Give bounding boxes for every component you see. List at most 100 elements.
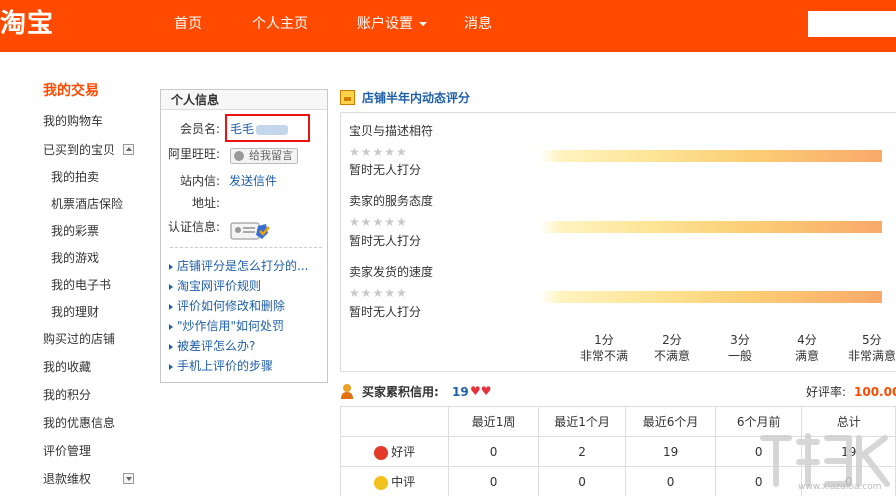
rating-note: 暂时无人打分 xyxy=(349,234,422,248)
watermark-url: www.xiazaiba.com xyxy=(798,482,882,492)
rating-note: 暂时无人打分 xyxy=(349,305,422,319)
yellow-flower-icon xyxy=(374,475,389,490)
scale-desc: 不满意 xyxy=(653,349,690,363)
good-rate-label: 好评率: xyxy=(806,385,847,399)
row-label-text: 好评 xyxy=(391,445,416,459)
nav-account-settings[interactable]: 账户设置 xyxy=(357,14,427,34)
send-mail-link[interactable]: 发送信件 xyxy=(229,173,277,189)
sidebar-item-favorites[interactable]: 我的收藏 xyxy=(43,359,91,375)
sidebar-item-points[interactable]: 我的积分 xyxy=(43,387,91,403)
divider xyxy=(170,247,322,248)
scale-item: 1分非常不满 xyxy=(574,332,634,364)
rating-bar xyxy=(540,291,882,303)
taobao-logo[interactable]: 淘宝 xyxy=(0,6,54,42)
sidebar-item-lottery[interactable]: 我的彩票 xyxy=(51,223,99,239)
chevron-down-icon xyxy=(419,22,427,26)
certification-icon[interactable] xyxy=(230,221,272,241)
scale-score: 4分 xyxy=(797,333,817,347)
sidebar-item-travel[interactable]: 机票酒店保险 xyxy=(51,196,123,212)
mail-label: 站内信: xyxy=(179,174,220,188)
search-input[interactable] xyxy=(808,11,896,37)
scale-desc: 满意 xyxy=(794,349,819,363)
rating-icon xyxy=(340,90,355,105)
buyer-credit-label: 买家累积信用: xyxy=(362,385,439,399)
chevron-up-icon xyxy=(126,147,132,151)
scale-item: 2分不满意 xyxy=(642,332,702,364)
sidebar-title[interactable]: 我的交易 xyxy=(43,82,99,100)
scale-score: 2分 xyxy=(662,333,682,347)
table-header: 最近1周 xyxy=(448,406,539,437)
rating-bar xyxy=(540,221,882,233)
scale-item: 3分一般 xyxy=(710,332,770,364)
rating-label: 宝贝与描述相符 xyxy=(349,124,434,138)
sidebar-item-shops[interactable]: 购买过的店铺 xyxy=(43,331,115,347)
buyer-credit-score[interactable]: 19 xyxy=(452,384,469,400)
table-cell[interactable]: 2 xyxy=(537,436,627,467)
row-label-text: 中评 xyxy=(391,475,416,489)
cert-label: 认证信息: xyxy=(167,220,220,234)
rating-label: 卖家的服务态度 xyxy=(349,194,434,208)
sidebar-item-reviews[interactable]: 评价管理 xyxy=(43,443,91,459)
sidebar-item-auction[interactable]: 我的拍卖 xyxy=(51,169,99,185)
table-header xyxy=(339,406,450,437)
rating-stars: ★★★★★ xyxy=(349,215,408,229)
sidebar-item-bought[interactable]: 已买到的宝贝 xyxy=(43,142,115,158)
table-cell[interactable]: 0 xyxy=(537,466,627,496)
sidebar-item-games[interactable]: 我的游戏 xyxy=(51,250,99,266)
faq-link[interactable]: 店铺评分是怎么打分的... xyxy=(169,258,308,274)
table-cell[interactable]: 0 xyxy=(448,436,539,467)
row-label: 中评 xyxy=(339,466,450,496)
sidebar-item-ebooks[interactable]: 我的电子书 xyxy=(51,277,111,293)
arrow-right-icon xyxy=(169,283,173,290)
member-label: 会员名: xyxy=(179,122,220,136)
table-cell[interactable]: 0 xyxy=(625,466,716,496)
chevron-down-icon xyxy=(126,477,132,481)
good-rate-value: 100.00% xyxy=(854,385,896,399)
highlight-box xyxy=(225,114,310,142)
leave-message-button[interactable]: 给我留言 xyxy=(230,148,298,164)
faq-link[interactable]: "炒作信用"如何处罚 xyxy=(169,318,284,334)
table-cell[interactable]: 19 xyxy=(625,436,716,467)
nav-personal-page[interactable]: 个人主页 xyxy=(252,14,308,34)
nav-messages[interactable]: 消息 xyxy=(464,14,492,34)
scale-desc: 非常不满 xyxy=(579,349,628,363)
address-label: 地址: xyxy=(191,196,220,210)
table-cell[interactable]: 0 xyxy=(448,466,539,496)
scale-item: 5分 非常满意 xyxy=(842,332,896,364)
sidebar-item-cart[interactable]: 我的购物车 xyxy=(43,113,103,129)
wangwang-label: 阿里旺旺: xyxy=(167,147,220,161)
faq-link-label: 淘宝网评价规则 xyxy=(177,279,262,293)
faq-link[interactable]: 手机上评价的步骤 xyxy=(169,358,273,374)
heart-icon: ♥♥ xyxy=(470,384,492,398)
scale-desc: 一般 xyxy=(727,349,752,363)
faq-link[interactable]: 淘宝网评价规则 xyxy=(169,278,261,294)
wangwang-icon xyxy=(234,151,244,161)
profile-panel-title: 个人信息 xyxy=(171,93,220,107)
collapse-toggle[interactable] xyxy=(123,144,134,155)
nav-home[interactable]: 首页 xyxy=(174,14,202,34)
red-flower-icon xyxy=(374,445,389,460)
arrow-right-icon xyxy=(169,343,173,350)
arrow-right-icon xyxy=(169,323,173,330)
scale-score: 5分 xyxy=(862,333,882,347)
rating-bar xyxy=(540,150,882,162)
rating-label: 卖家发货的速度 xyxy=(349,265,434,279)
sidebar-item-finance[interactable]: 我的理财 xyxy=(51,304,99,320)
profile-panel-header: 个人信息 xyxy=(161,90,327,110)
faq-link-label: "炒作信用"如何处罚 xyxy=(177,319,285,333)
faq-link-label: 手机上评价的步骤 xyxy=(177,359,274,373)
faq-link[interactable]: 被差评怎么办? xyxy=(169,338,255,354)
scale-score: 3分 xyxy=(730,333,750,347)
expand-toggle[interactable] xyxy=(123,473,134,484)
scale-item: 4分满意 xyxy=(777,332,837,364)
sidebar-item-refunds[interactable]: 退款维权 xyxy=(43,471,91,487)
row-label: 好评 xyxy=(339,436,450,467)
faq-link-label: 被差评怎么办? xyxy=(177,339,256,353)
leave-message-label: 给我留言 xyxy=(249,149,293,162)
table-header: 最近1个月 xyxy=(537,406,627,437)
faq-link-label: 店铺评分是怎么打分的... xyxy=(177,259,309,273)
top-nav-bar: 淘宝 首页 个人主页 账户设置 消息 xyxy=(0,0,896,52)
sidebar-item-coupons[interactable]: 我的优惠信息 xyxy=(43,415,115,431)
faq-link[interactable]: 评价如何修改和删除 xyxy=(169,298,285,314)
scale-score: 1分 xyxy=(594,333,614,347)
